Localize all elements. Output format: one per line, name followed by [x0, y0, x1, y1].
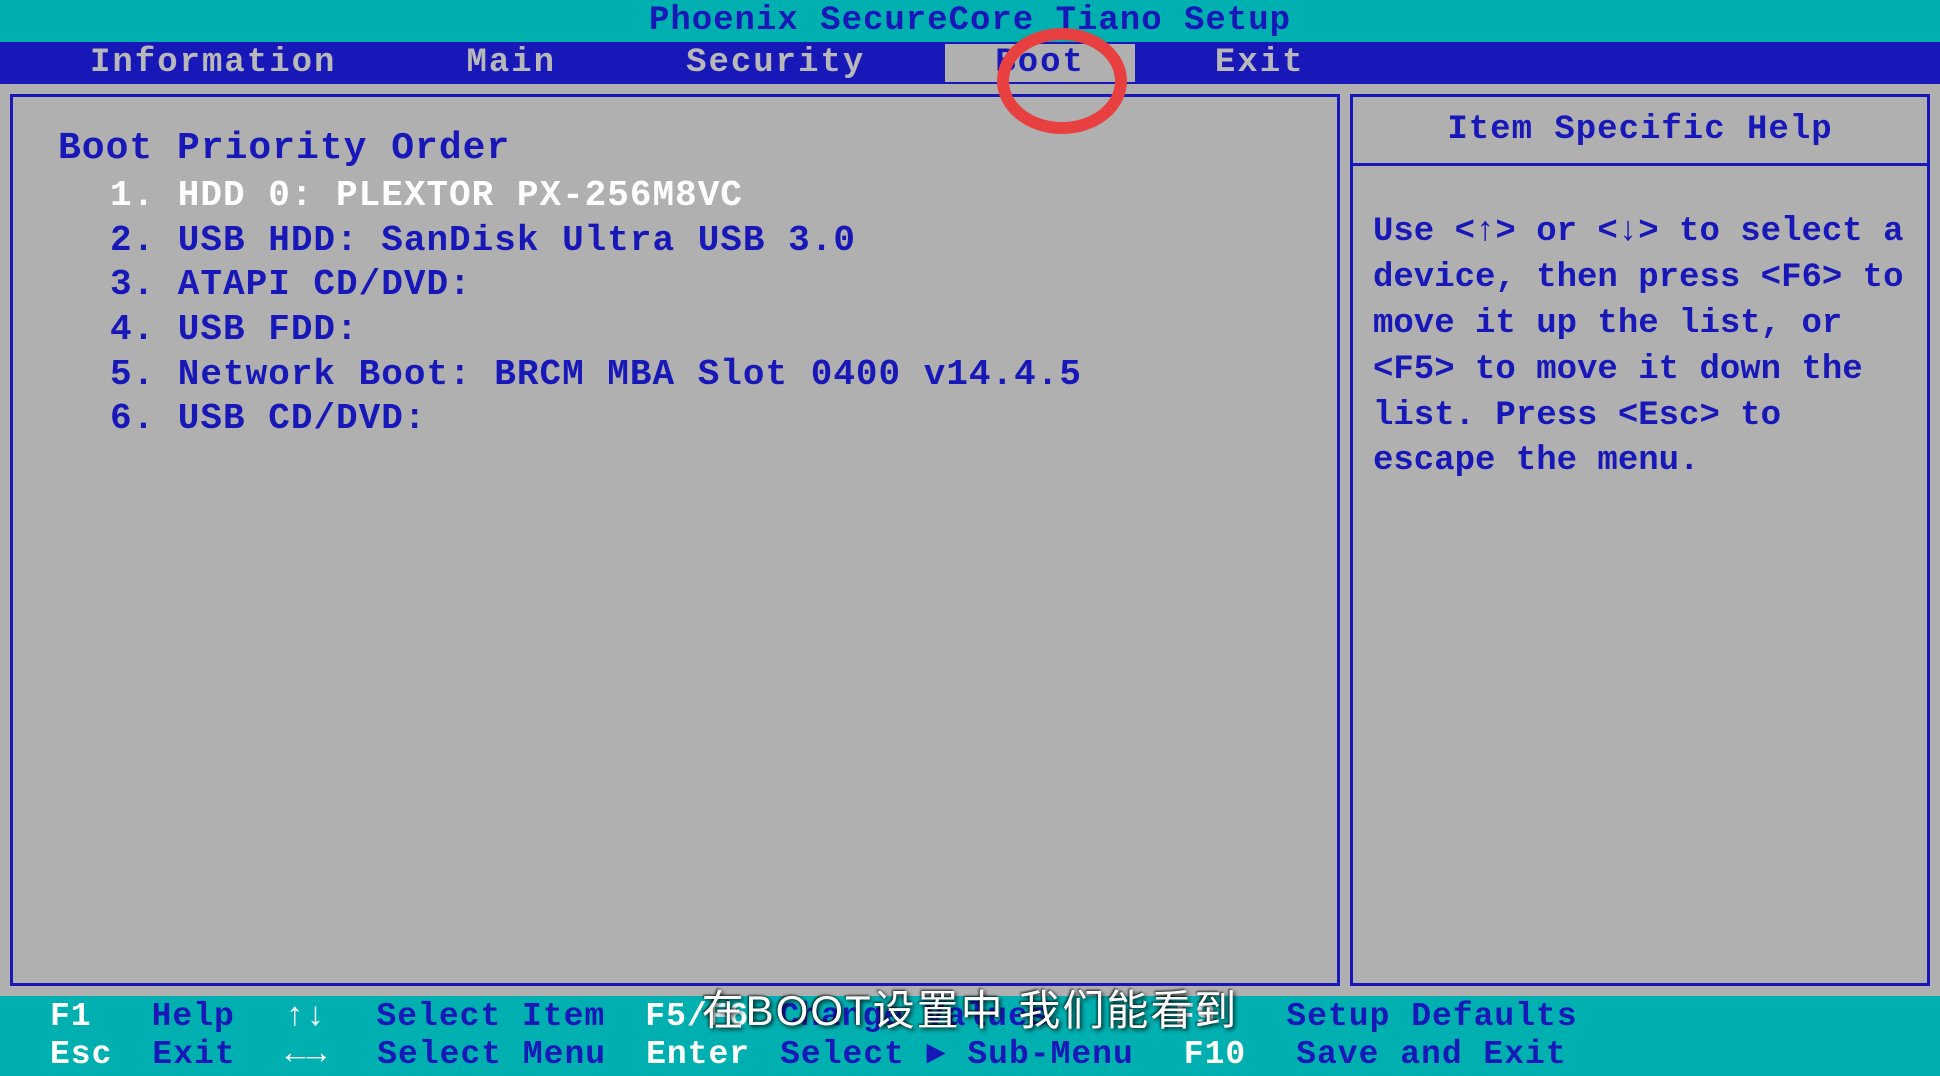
footer-label-exit: Exit [152, 1036, 235, 1074]
footer-label-help: Help [152, 998, 235, 1036]
menu-tab-main[interactable]: Main [416, 44, 606, 82]
footer-key-enter: Enter [646, 1036, 750, 1074]
footer-key-leftright: ←→ [286, 1036, 328, 1074]
content-area: Boot Priority Order 1. HDD 0: PLEXTOR PX… [0, 84, 1940, 996]
main-panel: Boot Priority Order 1. HDD 0: PLEXTOR PX… [10, 94, 1340, 986]
menu-tab-exit[interactable]: Exit [1165, 44, 1355, 82]
help-panel: Item Specific Help Use <↑> or <↓> to sel… [1350, 94, 1930, 986]
menu-bar: Information Main Security Boot Exit [0, 42, 1940, 84]
boot-item-network[interactable]: 5. Network Boot: BRCM MBA Slot 0400 v14.… [110, 353, 1292, 398]
menu-tab-security[interactable]: Security [636, 44, 915, 82]
boot-item-hdd0[interactable]: 1. HDD 0: PLEXTOR PX-256M8VC [110, 174, 1292, 219]
menu-tab-boot[interactable]: Boot [945, 44, 1135, 82]
footer-key-updown: ↑↓ [285, 998, 327, 1036]
boot-priority-header: Boot Priority Order [58, 127, 1292, 170]
menu-tab-information[interactable]: Information [40, 44, 386, 82]
footer-key-f10: F10 [1184, 1036, 1246, 1074]
footer-key-f1: F1 [50, 998, 92, 1036]
boot-item-usb-cd[interactable]: 6. USB CD/DVD: [110, 397, 1292, 442]
footer-bar: F1 Help ↑↓ Select Item F5/F6 Change Valu… [0, 996, 1940, 1076]
footer-label-select-menu: Select Menu [377, 1036, 606, 1074]
footer-label-submenu: Select ► Sub-Menu [780, 1036, 1134, 1074]
footer-label-change-values: Change Values [779, 998, 1049, 1036]
title-bar: Phoenix SecureCore Tiano Setup [0, 0, 1940, 42]
footer-key-esc: Esc [50, 1036, 112, 1074]
footer-label-save-exit: Save and Exit [1296, 1036, 1566, 1074]
footer-key-f5f6: F5/F6 [645, 998, 749, 1036]
footer-label-setup-defaults: Setup Defaults [1286, 998, 1577, 1036]
footer-label-select-item: Select Item [376, 998, 605, 1036]
help-text: Use <↑> or <↓> to select a device, then … [1353, 166, 1927, 505]
boot-item-usb-fdd[interactable]: 4. USB FDD: [110, 308, 1292, 353]
help-title: Item Specific Help [1353, 97, 1927, 166]
boot-item-atapi-cd[interactable]: 3. ATAPI CD/DVD: [110, 263, 1292, 308]
bios-setup-screen: Phoenix SecureCore Tiano Setup Informati… [0, 0, 1940, 1076]
boot-item-usb-hdd[interactable]: 2. USB HDD: SanDisk Ultra USB 3.0 [110, 219, 1292, 264]
footer-key-f9: F9 [1175, 998, 1217, 1036]
footer-row-1: F1 Help ↑↓ Select Item F5/F6 Change Valu… [0, 998, 1940, 1036]
footer-row-2: Esc Exit ←→ Select Menu Enter Select ► S… [0, 1036, 1940, 1074]
boot-priority-list: 1. HDD 0: PLEXTOR PX-256M8VC 2. USB HDD:… [58, 174, 1292, 442]
